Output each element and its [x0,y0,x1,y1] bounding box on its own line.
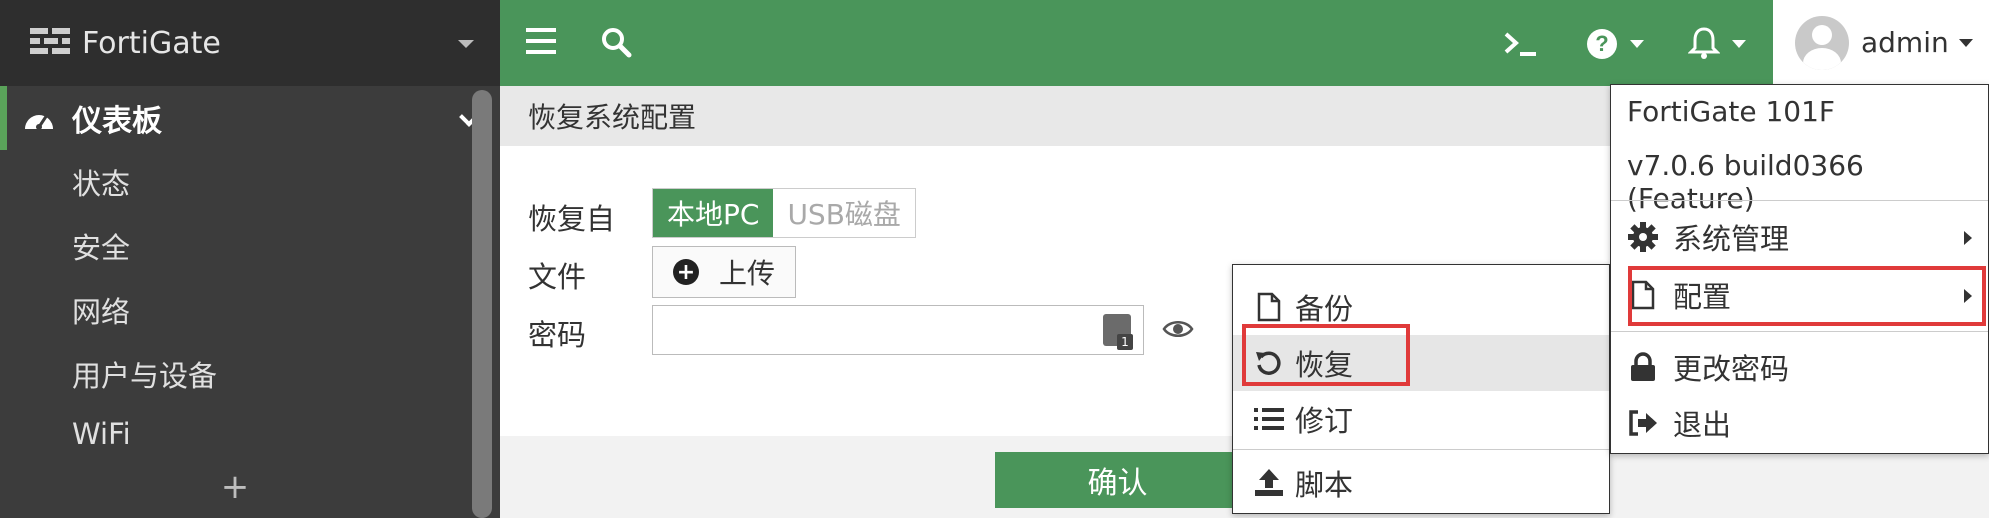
avatar [1795,15,1849,70]
highlight-box-restore [1242,324,1410,386]
highlight-box-configuration [1628,266,1986,326]
sidebar: FortiGate 仪表板 状态 安全 网络 用户与设备 WiFi + [0,0,500,518]
file-icon [1253,292,1285,322]
user-name: admin [1861,26,1949,59]
menu-item-label: 退出 [1673,408,1732,442]
confirm-button[interactable]: 确认 [995,452,1240,508]
restore-from-label: 恢复自 [528,202,616,236]
user-menu-button[interactable]: admin [1773,0,1989,86]
sidebar-item-security[interactable]: 安全 [0,214,500,278]
search-icon[interactable] [600,26,632,58]
chevron-down-icon[interactable] [1630,40,1644,48]
list-icon [1253,406,1285,432]
help-icon[interactable]: ? [1586,28,1618,60]
menu-icon[interactable] [526,26,556,56]
lock-icon [1627,352,1659,382]
password-keyboard-icon[interactable] [1103,314,1133,350]
file-label: 文件 [528,260,587,294]
chevron-down-icon [1958,38,1973,47]
menu-item-change-password[interactable]: 更改密码 [1611,339,1988,395]
chevron-right-icon [1964,231,1972,245]
top-bar: ? [500,0,1989,86]
eye-icon[interactable] [1162,318,1194,340]
sidebar-scrollbar[interactable] [472,90,492,518]
menu-item-label: 更改密码 [1673,352,1790,386]
menu-item-logout[interactable]: 退出 [1611,395,1988,451]
dropdown-divider [1611,331,1988,332]
password-label: 密码 [528,318,587,352]
plus-circle-icon: + [673,259,699,285]
firmware-version: v7.0.6 build0366 (Feature) [1627,149,1864,215]
upload-button-label: 上传 [719,257,776,290]
sidebar-section-label: 仪表板 [72,104,162,139]
menu-item-system[interactable]: 系统管理 [1611,209,1988,265]
sidebar-item-status[interactable]: 状态 [0,150,500,214]
sidebar-item-users-devices[interactable]: 用户与设备 [0,342,500,406]
submenu-item-label: 修订 [1295,404,1354,438]
sidebar-header[interactable]: FortiGate [0,0,500,86]
chevron-down-icon[interactable] [1732,40,1746,48]
sidebar-section-dashboard[interactable]: 仪表板 [0,86,500,150]
password-field[interactable] [652,305,1144,355]
restore-source-selector: 本地PC USB磁盘 [652,188,916,238]
config-submenu: 备份 恢复 修订 脚本 [1232,264,1610,514]
submenu-item-label: 脚本 [1295,468,1354,502]
restore-source-usb[interactable]: USB磁盘 [773,189,915,237]
submenu-divider [1233,449,1609,450]
gear-icon [1627,222,1659,252]
sign-out-icon [1627,409,1659,437]
fortigate-logo-icon [30,28,70,54]
cli-console-icon[interactable] [1504,30,1540,58]
brand-name: FortiGate [82,25,221,61]
notification-bell-icon[interactable] [1688,26,1720,60]
upload-button[interactable]: + 上传 [652,246,796,298]
upload-icon [1253,468,1285,498]
sidebar-item-network[interactable]: 网络 [0,278,500,342]
sidebar-item-wifi[interactable]: WiFi [0,406,500,462]
svg-text:?: ? [1595,31,1608,56]
submenu-item-revisions[interactable]: 修订 [1233,391,1609,447]
menu-item-label: 系统管理 [1673,222,1790,256]
device-model: FortiGate 101F [1627,95,1836,128]
dropdown-divider [1611,200,1988,201]
dashboard-gauge-icon [25,114,53,130]
submenu-item-label: 备份 [1295,292,1354,326]
restore-source-local-pc[interactable]: 本地PC [653,189,774,237]
add-dashboard-button[interactable]: + [0,462,470,512]
chevron-down-icon[interactable] [458,40,474,48]
submenu-item-scripts[interactable]: 脚本 [1233,455,1609,511]
